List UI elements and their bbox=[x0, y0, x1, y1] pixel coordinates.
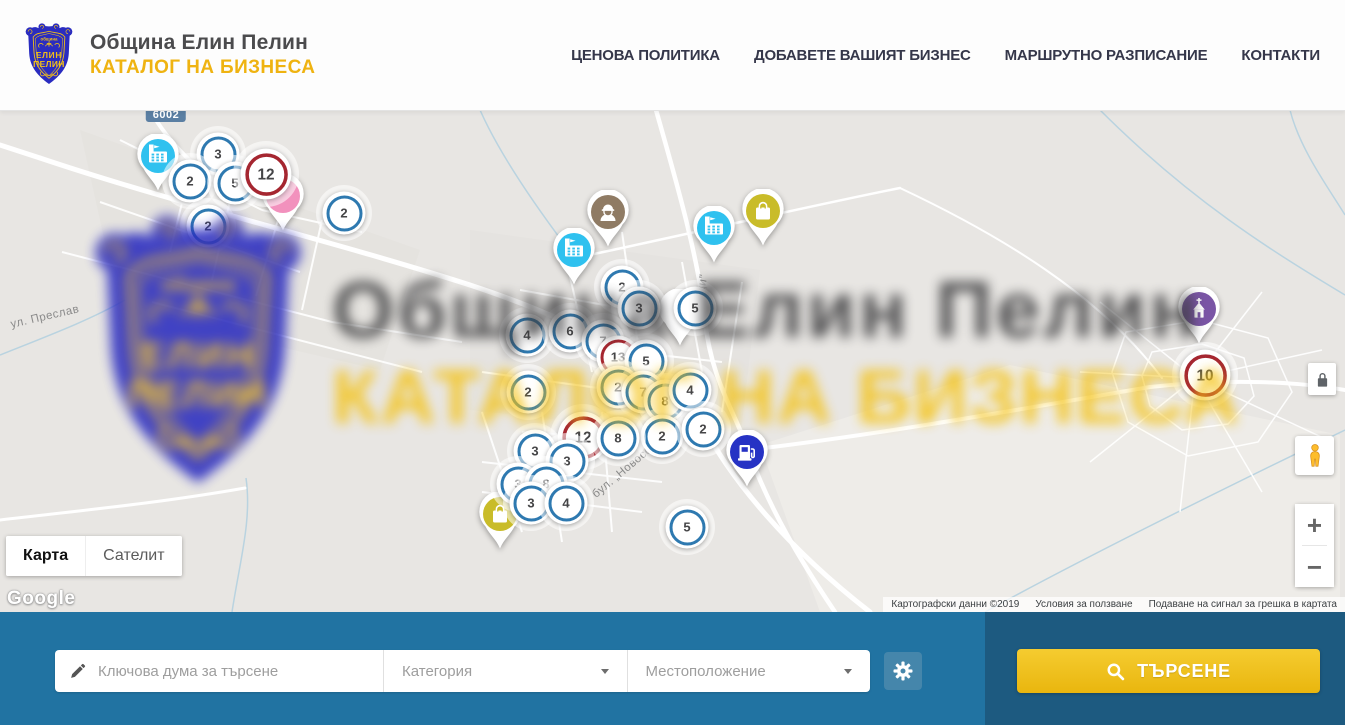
cluster-count: 4 bbox=[548, 485, 584, 521]
google-logo[interactable]: Google bbox=[7, 588, 75, 610]
search-icon bbox=[1106, 662, 1125, 681]
cluster-bubble: 2 bbox=[169, 160, 212, 203]
cluster-count: 10 bbox=[1184, 354, 1226, 396]
brand-title: Община Елин Пелин bbox=[90, 31, 315, 55]
location-select[interactable]: Местоположение bbox=[628, 650, 871, 692]
pencil-icon bbox=[69, 663, 86, 680]
cluster-marker[interactable]: 2 bbox=[180, 198, 236, 254]
cluster-count: 5 bbox=[669, 509, 705, 545]
cluster-bubble: 5 bbox=[674, 287, 717, 330]
church-pin[interactable] bbox=[1176, 287, 1222, 345]
cluster-marker[interactable]: 2 bbox=[500, 364, 556, 420]
cluster-count: 2 bbox=[685, 411, 721, 447]
nav-add-your-business[interactable]: ДОБАВЕТЕ ВАШИЯТ БИЗНЕС bbox=[754, 47, 971, 64]
category-select[interactable]: Категория bbox=[384, 650, 628, 692]
cluster-bubble: 10 bbox=[1180, 350, 1231, 401]
map-canvas[interactable]: 6002ул. Преславбул. „Новоселлци" 3251222… bbox=[0, 110, 1345, 612]
brand[interactable]: община ЕЛИН ПЕЛИН Община Елин Пелин КАТА… bbox=[22, 22, 315, 88]
report-map-error-link[interactable]: Подаване на сигнал за грешка в картата bbox=[1149, 599, 1337, 610]
cluster-bubble: 5 bbox=[666, 506, 709, 549]
bag-pin[interactable] bbox=[740, 189, 786, 247]
zoom-control: + − bbox=[1295, 504, 1334, 587]
municipality-crest-logo: община ЕЛИН ПЕЛИН bbox=[22, 22, 76, 88]
search-fields: Категория Местоположение bbox=[55, 650, 870, 692]
gear-icon bbox=[893, 661, 913, 681]
header: община ЕЛИН ПЕЛИН Община Елин Пелин КАТА… bbox=[0, 0, 1345, 111]
cluster-marker[interactable]: 2 bbox=[675, 401, 731, 457]
advanced-search-button[interactable] bbox=[884, 652, 922, 690]
cluster-bubble: 2 bbox=[507, 371, 550, 414]
location-select-value: Местоположение bbox=[646, 663, 766, 680]
page: община ЕЛИН ПЕЛИН Община Елин Пелин КАТА… bbox=[0, 0, 1345, 725]
nav-contacts[interactable]: КОНТАКТИ bbox=[1241, 47, 1320, 64]
chevron-down-icon bbox=[844, 669, 852, 674]
cluster-count: 2 bbox=[326, 195, 362, 231]
brand-subtitle: КАТАЛОГ НА БИЗНЕСА bbox=[90, 57, 315, 79]
cluster-bubble: 2 bbox=[682, 408, 725, 451]
cluster-marker[interactable]: 5 bbox=[659, 499, 715, 555]
cluster-count: 8 bbox=[600, 420, 636, 456]
cluster-marker[interactable]: 4 bbox=[538, 475, 594, 531]
map-type-satellite-button[interactable]: Сателит bbox=[85, 536, 181, 576]
cluster-marker[interactable]: 2 bbox=[316, 185, 372, 241]
cluster-bubble: 4 bbox=[545, 482, 588, 525]
factory-pin[interactable] bbox=[551, 228, 597, 286]
cluster-count: 4 bbox=[509, 317, 545, 353]
cluster-marker[interactable]: 5 bbox=[667, 280, 723, 336]
map-type-control: Карта Сателит bbox=[6, 536, 182, 576]
street-view-lock-control[interactable] bbox=[1308, 363, 1336, 395]
factory-pin[interactable] bbox=[691, 206, 737, 264]
cluster-count: 5 bbox=[677, 290, 713, 326]
cluster-marker[interactable]: 10 bbox=[1172, 342, 1238, 408]
category-select-value: Категория bbox=[402, 663, 472, 680]
attribution-copyright: Картографски данни ©2019 bbox=[891, 599, 1019, 610]
chevron-down-icon bbox=[601, 669, 609, 674]
svg-text:ПЕЛИН: ПЕЛИН bbox=[33, 59, 65, 69]
pegman-icon bbox=[1304, 443, 1326, 469]
cluster-bubble: 2 bbox=[187, 205, 230, 248]
map-attribution: Картографски данни ©2019 Условия за полз… bbox=[883, 597, 1345, 612]
cluster-count: 2 bbox=[172, 163, 208, 199]
keyword-input[interactable] bbox=[96, 662, 371, 681]
brand-text: Община Елин Пелин КАТАЛОГ НА БИЗНЕСА bbox=[90, 31, 315, 79]
search-panel: ТЪРСЕНЕ bbox=[985, 612, 1345, 725]
keyword-field[interactable] bbox=[55, 650, 384, 692]
search-bar: Категория Местоположение bbox=[0, 612, 1345, 725]
markers-layer: 32512222354671352278422128333834510 bbox=[0, 110, 1345, 612]
search-button[interactable]: ТЪРСЕНЕ bbox=[1017, 649, 1320, 693]
search-button-label: ТЪРСЕНЕ bbox=[1137, 661, 1231, 682]
cluster-bubble: 2 bbox=[323, 192, 366, 235]
pegman-control[interactable] bbox=[1295, 436, 1334, 475]
zoom-in-button[interactable]: + bbox=[1295, 504, 1334, 545]
zoom-out-button[interactable]: − bbox=[1295, 546, 1334, 587]
main-nav: ЦЕНОВА ПОЛИТИКА ДОБАВЕТЕ ВАШИЯТ БИЗНЕС М… bbox=[571, 0, 1320, 110]
cluster-marker[interactable]: 12 bbox=[233, 141, 299, 207]
svg-text:община: община bbox=[41, 36, 58, 41]
cluster-marker[interactable]: 8 bbox=[590, 410, 646, 466]
cluster-bubble: 8 bbox=[597, 417, 640, 460]
cluster-count: 2 bbox=[190, 208, 226, 244]
cluster-count: 12 bbox=[245, 153, 287, 195]
nav-route-schedule[interactable]: МАРШРУТНО РАЗПИСАНИЕ bbox=[1005, 47, 1208, 64]
nav-pricing-policy[interactable]: ЦЕНОВА ПОЛИТИКА bbox=[571, 47, 720, 64]
cluster-bubble: 12 bbox=[241, 149, 292, 200]
terms-of-use-link[interactable]: Условия за ползване bbox=[1035, 599, 1132, 610]
map-type-map-button[interactable]: Карта bbox=[6, 536, 85, 576]
lock-icon bbox=[1315, 371, 1330, 388]
cluster-count: 2 bbox=[510, 374, 546, 410]
